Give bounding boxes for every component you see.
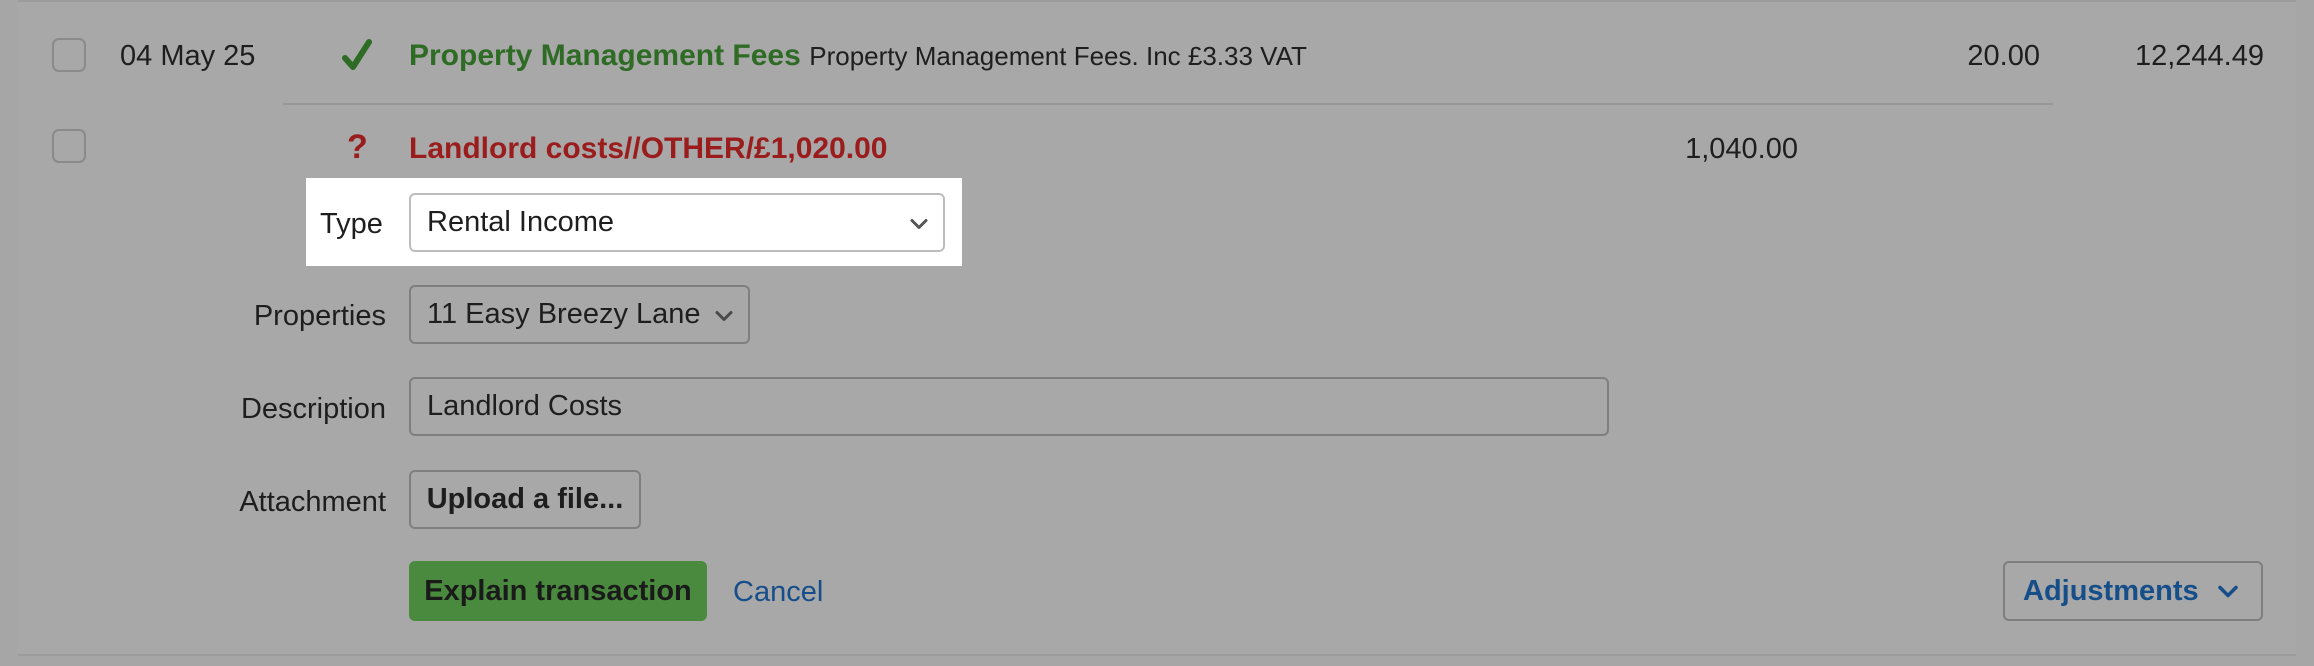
transaction-amount: 20.00 <box>1967 40 2040 72</box>
transaction-amount: 1,040.00 <box>1685 133 1798 165</box>
explain-transaction-button[interactable]: Explain transaction <box>409 561 707 621</box>
chevron-down-icon <box>909 206 929 239</box>
adjustments-dropdown-button[interactable]: Adjustments <box>2003 561 2263 621</box>
transaction-balance: 12,244.49 <box>2134 40 2264 72</box>
type-select[interactable]: Rental Income <box>409 193 945 252</box>
attachment-label: Attachment <box>239 486 386 518</box>
adjustments-label: Adjustments <box>2023 574 2199 607</box>
properties-select-value: 11 Easy Breezy Lane <box>427 298 701 330</box>
transaction-title: Property Management Fees <box>409 39 801 72</box>
description-input[interactable]: Landlord Costs <box>409 377 1609 436</box>
transaction-subtitle: Property Management Fees. Inc £3.33 VAT <box>809 41 1307 71</box>
transaction-date: 04 May 25 <box>120 40 256 72</box>
row-select-checkbox[interactable] <box>52 129 86 163</box>
type-label: Type <box>320 208 383 240</box>
chevron-down-icon <box>714 298 734 331</box>
properties-label: Properties <box>253 300 386 332</box>
check-icon <box>342 38 372 77</box>
question-icon: ? <box>347 128 368 166</box>
row-divider <box>283 103 2053 105</box>
chevron-down-icon <box>2217 575 2239 608</box>
properties-select[interactable]: 11 Easy Breezy Lane <box>409 285 750 344</box>
transaction-description: Property Management Fees Property Manage… <box>409 39 1307 73</box>
transaction-title: Landlord costs//OTHER/£1,020.00 <box>409 132 888 165</box>
upload-file-button[interactable]: Upload a file... <box>409 470 641 529</box>
description-label: Description <box>240 393 386 425</box>
cancel-link[interactable]: Cancel <box>733 576 823 609</box>
row-select-checkbox[interactable] <box>52 38 86 72</box>
type-select-value: Rental Income <box>427 206 614 238</box>
description-input-value: Landlord Costs <box>427 390 623 422</box>
